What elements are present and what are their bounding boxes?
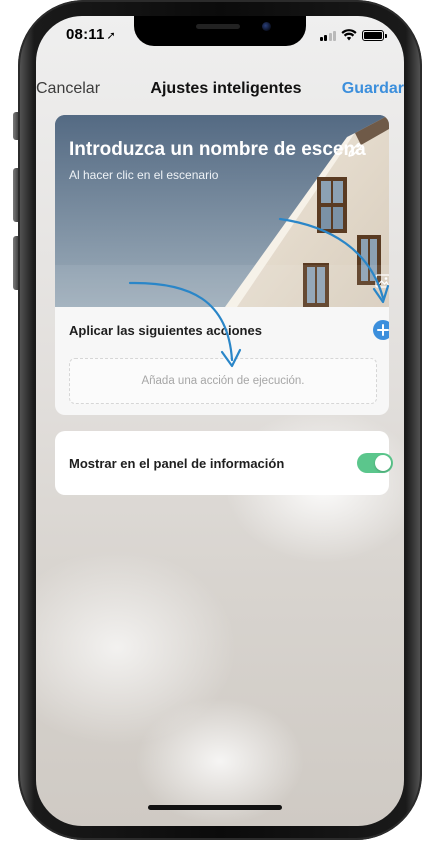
speaker-grille [196, 24, 240, 29]
location-icon: ➚ [106, 30, 116, 42]
stage: 08:11 ➚ Cancelar Ajustes inteligentes Gu… [0, 0, 440, 844]
scene-subtitle: Al hacer clic en el escenario [69, 168, 219, 182]
scene-card: Introduzca un nombre de escena Al hacer … [55, 115, 389, 415]
signal-icon [319, 31, 336, 41]
scene-cover-image[interactable]: Introduzca un nombre de escena Al hacer … [55, 115, 389, 307]
dashboard-toggle-card: Mostrar en el panel de información [55, 431, 393, 495]
phone-screen: 08:11 ➚ Cancelar Ajustes inteligentes Gu… [36, 16, 404, 826]
home-indicator [148, 805, 282, 810]
pencil-icon[interactable] [346, 141, 364, 159]
dashboard-toggle-switch[interactable] [357, 453, 393, 473]
notch [134, 16, 306, 46]
wifi-icon [341, 29, 357, 41]
scene-name-input[interactable]: Introduzca un nombre de escena [69, 139, 366, 161]
dashboard-toggle-label: Mostrar en el panel de información [69, 456, 285, 471]
image-icon[interactable] [375, 273, 389, 289]
save-button[interactable]: Guardar [342, 80, 404, 98]
toggle-knob [375, 455, 391, 471]
front-camera [262, 22, 271, 31]
actions-label: Aplicar las siguientes acciones [69, 323, 262, 338]
status-time: 08:11 ➚ [66, 26, 116, 43]
status-time-text: 08:11 [66, 26, 105, 43]
add-action-button[interactable] [373, 320, 389, 340]
phone-frame: 08:11 ➚ Cancelar Ajustes inteligentes Gu… [18, 0, 422, 840]
plus-icon [377, 324, 389, 336]
navigation-bar: Cancelar Ajustes inteligentes Guardar [36, 78, 404, 102]
status-icons [319, 29, 387, 41]
add-action-placeholder[interactable]: Añada una acción de ejecución. [69, 358, 377, 404]
battery-icon [362, 30, 387, 41]
